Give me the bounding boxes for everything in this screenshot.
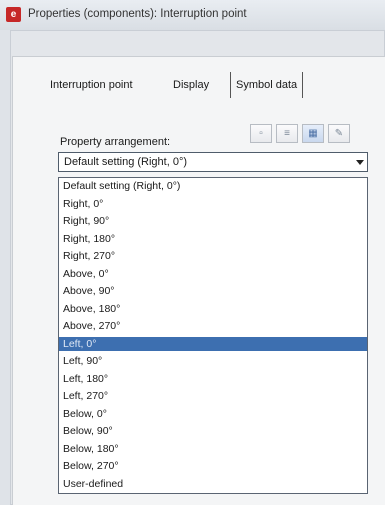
app-icon[interactable]: e xyxy=(6,7,21,22)
title-bar[interactable]: e Properties (components): Interruption … xyxy=(0,0,385,30)
grid-button[interactable]: ▦ xyxy=(302,124,324,143)
dropdown-option[interactable]: User-defined xyxy=(59,477,367,492)
tab-display[interactable]: Display xyxy=(173,72,209,98)
dropdown-option[interactable]: Above, 90° xyxy=(59,284,367,299)
dropdown-option[interactable]: Left, 270° xyxy=(59,389,367,404)
chevron-down-icon[interactable] xyxy=(356,160,364,165)
dropdown-option[interactable]: Below, 0° xyxy=(59,407,367,422)
dropdown-option[interactable]: Below, 270° xyxy=(59,459,367,474)
save-button[interactable]: ▫ xyxy=(250,124,272,143)
dropdown-option[interactable]: Above, 180° xyxy=(59,302,367,317)
dropdown-option[interactable]: Below, 90° xyxy=(59,424,367,439)
property-arrangement-label: Property arrangement: xyxy=(60,136,171,148)
window-title: Properties (components): Interruption po… xyxy=(28,8,247,20)
dropdown-option[interactable]: Default setting (Right, 0°) xyxy=(59,179,367,194)
properties-window: e Properties (components): Interruption … xyxy=(0,0,385,505)
dropdown-option[interactable]: Right, 90° xyxy=(59,214,367,229)
dropdown-option[interactable]: Right, 0° xyxy=(59,197,367,212)
dropdown-option[interactable]: Below, 180° xyxy=(59,442,367,457)
dropdown-option[interactable]: Right, 270° xyxy=(59,249,367,264)
tab-symbol-data[interactable]: Symbol data xyxy=(230,72,304,98)
tab-interruption-point[interactable]: Interruption point xyxy=(50,72,133,98)
list-button[interactable]: ≡ xyxy=(276,124,298,143)
dropdown-option[interactable]: Left, 0° xyxy=(59,336,367,352)
dropdown-option[interactable]: Left, 180° xyxy=(59,372,367,387)
dropdown-option[interactable]: Above, 0° xyxy=(59,267,367,282)
save-icon: ▫ xyxy=(259,128,263,139)
selected-value: Default setting (Right, 0°) xyxy=(64,156,188,168)
dropdown-option[interactable]: Left, 90° xyxy=(59,354,367,369)
edit-button[interactable]: ✎ xyxy=(328,124,350,143)
list-icon: ≡ xyxy=(284,128,290,139)
edit-icon: ✎ xyxy=(334,128,344,139)
dropdown-option[interactable]: Above, 270° xyxy=(59,319,367,334)
grid-icon: ▦ xyxy=(308,128,318,139)
dropdown-option[interactable]: Right, 180° xyxy=(59,232,367,247)
dropdown-list[interactable]: Default setting (Right, 0°) Right, 0° Righ… xyxy=(58,177,368,494)
property-arrangement-select[interactable]: Default setting (Right, 0°) xyxy=(58,152,368,172)
